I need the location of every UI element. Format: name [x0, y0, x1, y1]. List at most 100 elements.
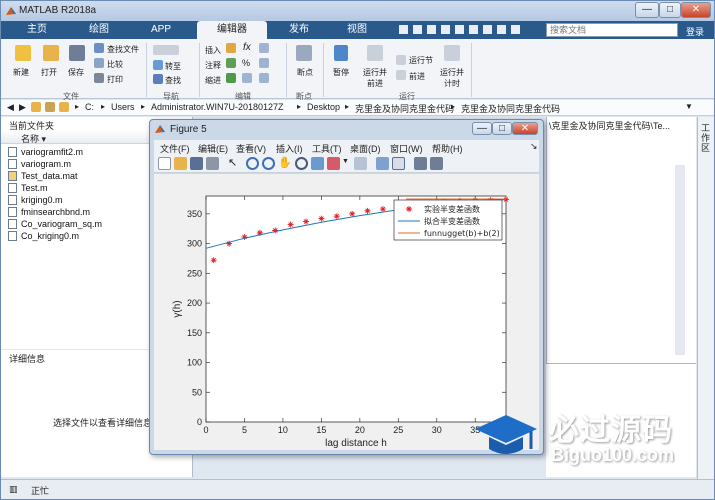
- link-plot-icon[interactable]: [354, 157, 367, 170]
- watermark-brand: 必过源码: [549, 414, 673, 447]
- insert-icon: [226, 43, 236, 53]
- group-divider: [323, 43, 324, 97]
- tab-plots[interactable]: 绘图: [71, 21, 127, 39]
- list-item[interactable]: Co_kriging0.m: [21, 231, 79, 241]
- back-icon[interactable]: ◀: [7, 102, 14, 113]
- outdent-icon: [259, 73, 269, 83]
- open-file-icon[interactable]: [174, 157, 187, 170]
- zoom-out-icon[interactable]: [262, 157, 275, 170]
- select-arrow-icon[interactable]: ↖: [228, 156, 237, 169]
- legend-icon[interactable]: [392, 157, 405, 170]
- menu-help[interactable]: 帮助(H): [432, 142, 463, 155]
- figure-close-button[interactable]: ✕: [512, 122, 538, 135]
- new-button[interactable]: 新建: [13, 67, 29, 78]
- workspace-tab-label[interactable]: 工作区: [701, 123, 711, 153]
- brush-dropdown-icon[interactable]: ▼: [342, 158, 349, 165]
- save-button[interactable]: 保存: [68, 67, 84, 78]
- forward-icon[interactable]: ▶: [19, 102, 26, 113]
- advance-button[interactable]: 前进: [409, 71, 425, 82]
- print-figure-icon[interactable]: [206, 157, 219, 170]
- close-button[interactable]: ✕: [681, 2, 711, 18]
- show-plot-tools-icon[interactable]: [430, 157, 443, 170]
- function-icon[interactable]: fx: [243, 42, 251, 53]
- compare-button[interactable]: 比较: [107, 59, 123, 70]
- list-item[interactable]: variogramfit2.m: [21, 147, 83, 157]
- search-documentation-input[interactable]: 搜索文档: [546, 23, 678, 37]
- list-item[interactable]: Test_data.mat: [21, 171, 78, 181]
- print-button[interactable]: 打印: [107, 74, 123, 85]
- hide-plot-tools-icon[interactable]: [414, 157, 427, 170]
- find-button[interactable]: 查找: [165, 75, 181, 86]
- tab-publish[interactable]: 发布: [271, 21, 327, 39]
- browse-folder-icon[interactable]: [45, 102, 55, 112]
- zoom-in-icon[interactable]: [246, 157, 259, 170]
- menu-window[interactable]: 窗口(W): [390, 142, 423, 155]
- save-figure-icon[interactable]: [190, 157, 203, 170]
- run-advance-icon: [367, 45, 383, 61]
- menu-tools[interactable]: 工具(T): [312, 142, 342, 155]
- path-drive[interactable]: C:: [85, 102, 94, 112]
- tab-editor[interactable]: 编辑器: [197, 21, 267, 39]
- rotate-3d-icon[interactable]: [295, 157, 308, 170]
- y-axis-label: γ(h): [172, 300, 183, 317]
- menu-desktop[interactable]: 桌面(D): [350, 142, 381, 155]
- figure-maximize-button[interactable]: □: [492, 122, 512, 135]
- new-figure-icon[interactable]: [158, 157, 171, 170]
- minimize-button[interactable]: —: [635, 2, 659, 18]
- indent-icon: [242, 73, 252, 83]
- goto-button[interactable]: 转至: [165, 61, 181, 72]
- data-cursor-icon[interactable]: [311, 157, 324, 170]
- figure-menubar: 文件(F) 编辑(E) 查看(V) 插入(I) 工具(T) 桌面(D) 窗口(W…: [154, 140, 539, 155]
- find-icon: [153, 74, 163, 84]
- menu-edit[interactable]: 编辑(E): [198, 142, 228, 155]
- open-button[interactable]: 打开: [41, 67, 57, 78]
- list-item[interactable]: kriging0.m: [21, 195, 63, 205]
- figure-logo-icon: [155, 125, 165, 133]
- path-segment[interactable]: 克里金及协同克里金代码: [461, 102, 560, 115]
- tab-view[interactable]: 视图: [329, 21, 385, 39]
- menu-file[interactable]: 文件(F): [160, 142, 190, 155]
- status-bar: ▥ 正忙: [1, 479, 714, 499]
- editor-pane: \克里金及协同克里金代码\Te...: [546, 117, 696, 363]
- breakpoints-button[interactable]: 断点: [297, 67, 313, 78]
- name-column-header[interactable]: 名称 ▾: [21, 132, 46, 145]
- list-item[interactable]: Co_variogram_sq.m: [21, 219, 102, 229]
- mat-file-icon: [8, 171, 17, 181]
- m-file-icon: [8, 231, 17, 241]
- run-advance-button[interactable]: 运行并 前进: [363, 67, 387, 89]
- run-time-button[interactable]: 运行并 计时: [440, 67, 464, 89]
- legend-entry: 实验半变差函数: [424, 204, 480, 214]
- percent-icon[interactable]: %: [242, 58, 250, 68]
- menu-view[interactable]: 查看(V): [236, 142, 266, 155]
- list-item[interactable]: fminsearchbnd.m: [21, 207, 90, 217]
- dock-arrow-icon[interactable]: ↘: [530, 141, 538, 152]
- colorbar-icon[interactable]: [376, 157, 389, 170]
- list-item[interactable]: variogram.m: [21, 159, 71, 169]
- login-link[interactable]: 登录: [686, 25, 704, 38]
- find-files-button[interactable]: 查找文件: [107, 44, 139, 55]
- address-dropdown-icon[interactable]: ▼: [685, 102, 693, 111]
- m-file-icon: [8, 159, 17, 169]
- path-segment[interactable]: 克里金及协同克里金代码: [355, 102, 454, 115]
- tab-apps[interactable]: APP: [133, 21, 189, 39]
- tab-home[interactable]: 主页: [9, 21, 65, 39]
- indent-button[interactable]: 缩进: [205, 75, 221, 86]
- up-folder-icon[interactable]: [31, 102, 41, 112]
- pan-hand-icon[interactable]: ✋: [278, 156, 292, 169]
- path-segment[interactable]: Administrator.WIN7U-20180127Z: [151, 102, 284, 112]
- path-segment[interactable]: Users: [111, 102, 135, 112]
- brush-icon[interactable]: [327, 157, 340, 170]
- legend-entry: funnugget(b)+b(2): [424, 229, 500, 238]
- list-item[interactable]: Test.m: [21, 183, 48, 193]
- maximize-button[interactable]: □: [659, 2, 681, 18]
- insert-button[interactable]: 插入: [205, 45, 221, 56]
- editor-path-label: \克里金及协同克里金代码\Te...: [549, 121, 671, 131]
- menu-insert[interactable]: 插入(I): [276, 142, 303, 155]
- pause-button[interactable]: 暂停: [333, 67, 349, 78]
- editor-scrollbar[interactable]: [675, 165, 685, 355]
- run-section-button[interactable]: 运行节: [409, 55, 433, 66]
- comment-button[interactable]: 注释: [205, 60, 221, 71]
- title-bar: MATLAB R2018a — □ ✕: [1, 1, 714, 21]
- figure-minimize-button[interactable]: —: [472, 122, 492, 135]
- path-segment[interactable]: Desktop: [307, 102, 340, 112]
